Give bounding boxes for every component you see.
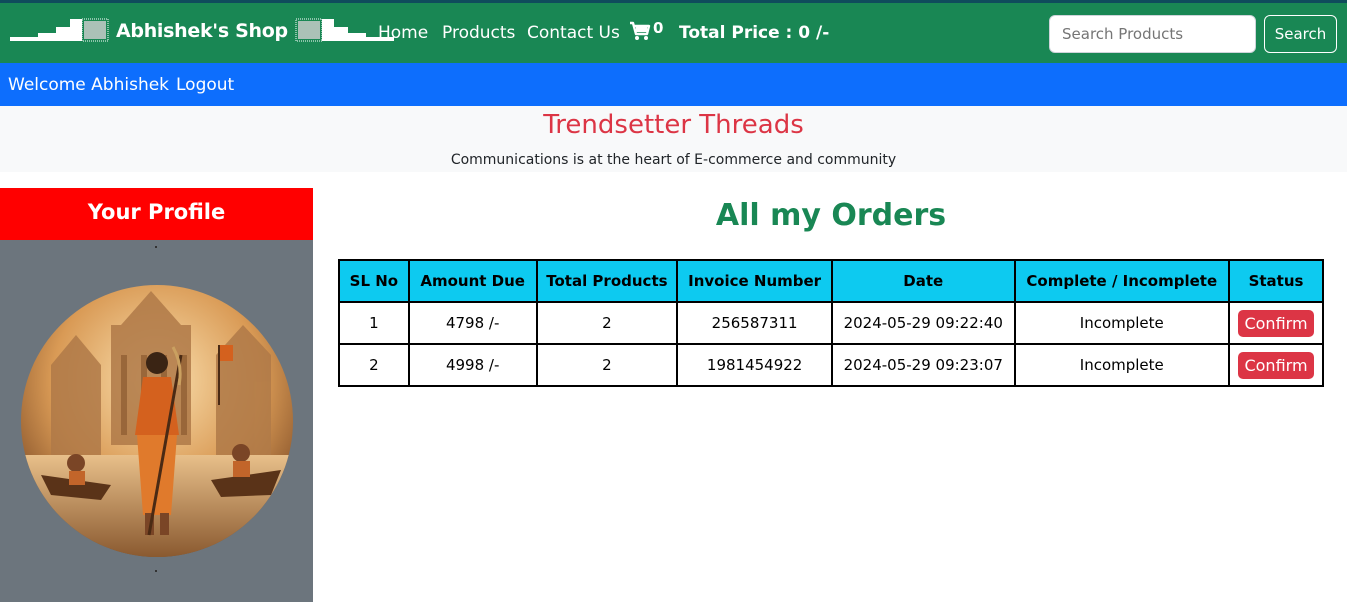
invoice-number-cell: 1981454922 bbox=[676, 343, 833, 387]
profile-avatar bbox=[21, 285, 293, 557]
sl-no-cell: 2 bbox=[338, 343, 410, 387]
date-cell: 2024-05-29 09:23:07 bbox=[831, 343, 1016, 387]
amount-due-cell: 4798 /- bbox=[407, 301, 538, 345]
table-header-row: SL No Amount Due Total Products Invoice … bbox=[338, 259, 1324, 303]
nav-home-link[interactable]: Home bbox=[378, 23, 428, 43]
welcome-text: Welcome Abhishek bbox=[8, 75, 170, 95]
total-products-cell: 2 bbox=[535, 301, 679, 345]
brand-link[interactable]: Abhishek's Shop bbox=[10, 17, 394, 45]
completion-cell: Incomplete bbox=[1013, 301, 1231, 345]
sl-no-cell: 1 bbox=[338, 301, 410, 345]
confirm-button[interactable]: Confirm bbox=[1238, 309, 1314, 337]
total-products-cell: 2 bbox=[535, 343, 679, 387]
divider-mark bbox=[155, 246, 157, 248]
search-button[interactable]: Search bbox=[1264, 15, 1337, 53]
user-bar: Welcome Abhishek Logout bbox=[0, 63, 1347, 106]
table-row: 2 4998 /- 2 1981454922 2024-05-29 09:23:… bbox=[338, 343, 1324, 387]
column-header: Total Products bbox=[535, 259, 679, 303]
orders-table: SL No Amount Due Total Products Invoice … bbox=[338, 259, 1324, 387]
brand-name: Abhishek's Shop bbox=[116, 20, 288, 42]
logo-icon bbox=[10, 18, 109, 42]
store-tagline: Communications is at the heart of E-comm… bbox=[450, 152, 897, 168]
logout-link[interactable]: Logout bbox=[176, 75, 234, 95]
column-header: Status bbox=[1228, 259, 1324, 303]
column-header: Invoice Number bbox=[676, 259, 833, 303]
date-cell: 2024-05-29 09:22:40 bbox=[831, 301, 1016, 345]
search-input[interactable] bbox=[1049, 15, 1256, 53]
status-cell: Confirm bbox=[1228, 301, 1324, 345]
nav-contact-link[interactable]: Contact Us bbox=[527, 23, 620, 43]
cart-link[interactable]: 0 bbox=[629, 19, 664, 41]
main-navbar: Abhishek's Shop Home Products Contact Us… bbox=[0, 3, 1347, 63]
cart-icon bbox=[630, 21, 651, 40]
profile-heading: Your Profile bbox=[0, 188, 313, 240]
nav-products-link[interactable]: Products bbox=[442, 23, 515, 43]
column-header: SL No bbox=[338, 259, 410, 303]
column-header: Date bbox=[831, 259, 1016, 303]
column-header: Complete / Incomplete bbox=[1013, 259, 1231, 303]
confirm-button[interactable]: Confirm bbox=[1238, 351, 1314, 379]
table-row: 1 4798 /- 2 256587311 2024-05-29 09:22:4… bbox=[338, 301, 1324, 345]
status-cell: Confirm bbox=[1228, 343, 1324, 387]
completion-cell: Incomplete bbox=[1013, 343, 1231, 387]
column-header: Amount Due bbox=[407, 259, 538, 303]
store-title: Trendsetter Threads bbox=[543, 110, 804, 140]
store-banner: Trendsetter Threads Communications is at… bbox=[0, 106, 1347, 172]
profile-sidebar: Your Profile bbox=[0, 188, 313, 602]
total-price-label: Total Price : 0 /- bbox=[679, 23, 830, 43]
amount-due-cell: 4998 /- bbox=[407, 343, 538, 387]
cart-count-badge: 0 bbox=[653, 19, 664, 37]
divider-mark-bottom bbox=[155, 570, 157, 572]
orders-title: All my Orders bbox=[715, 198, 947, 233]
invoice-number-cell: 256587311 bbox=[676, 301, 833, 345]
